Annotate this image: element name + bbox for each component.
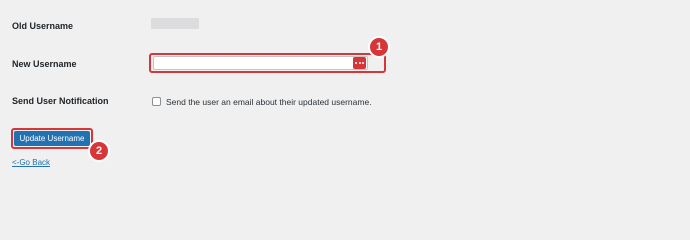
annotation-step-1-badge: 1 xyxy=(370,38,388,56)
send-notification-label: Send User Notification xyxy=(12,96,109,106)
go-back-link[interactable]: <-Go Back xyxy=(12,158,50,167)
send-notification-checkbox-text[interactable]: Send the user an email about their updat… xyxy=(166,97,372,107)
update-username-button[interactable]: Update Username xyxy=(14,131,90,146)
password-manager-icon[interactable] xyxy=(353,57,366,69)
new-username-label: New Username xyxy=(12,59,77,69)
annotation-step-2-badge: 2 xyxy=(90,142,108,160)
new-username-input[interactable] xyxy=(153,56,368,70)
old-username-label: Old Username xyxy=(12,21,74,31)
send-notification-checkbox[interactable] xyxy=(152,97,161,106)
old-username-redacted-value xyxy=(151,18,199,29)
